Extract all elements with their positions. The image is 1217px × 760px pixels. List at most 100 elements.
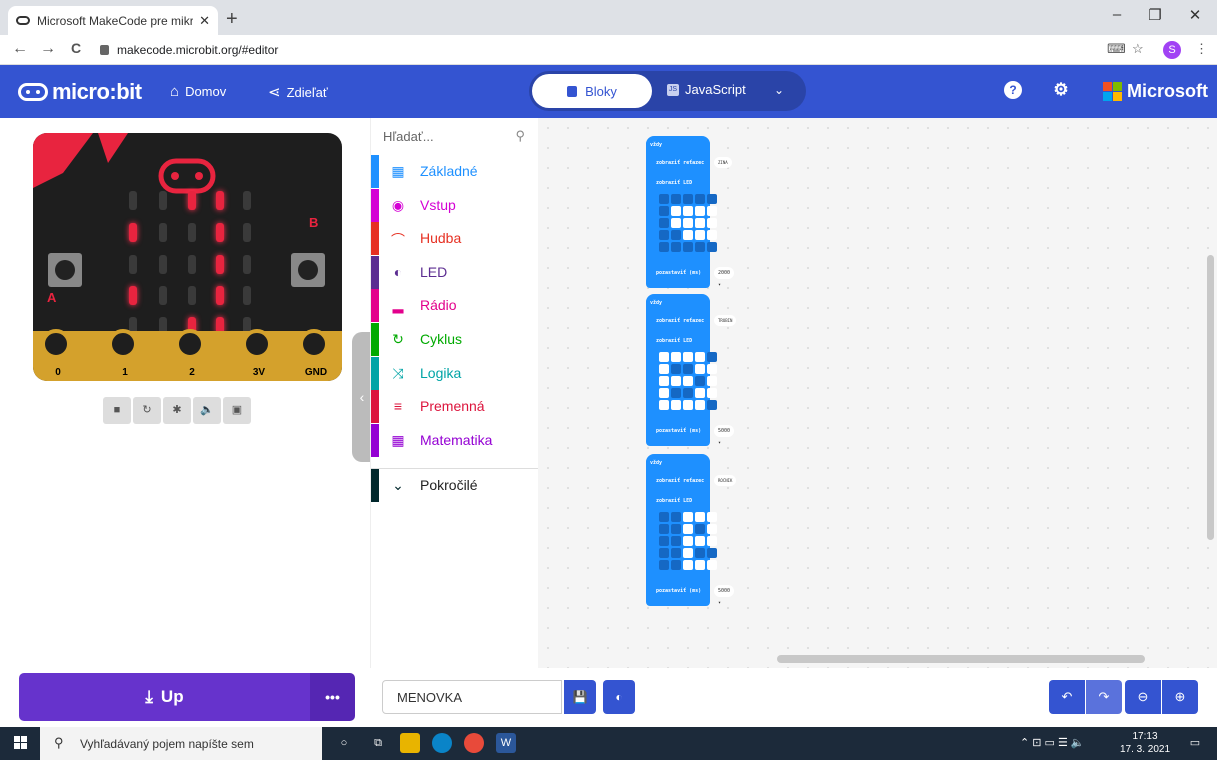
javascript-tab[interactable]: JS JavaScript bbox=[667, 82, 746, 97]
led-cell[interactable] bbox=[683, 206, 693, 216]
led-cell[interactable] bbox=[707, 388, 717, 398]
led-cell[interactable] bbox=[695, 376, 705, 386]
led-cell[interactable] bbox=[695, 512, 705, 522]
led-cell[interactable] bbox=[683, 548, 693, 558]
home-button[interactable]: ⌂ Domov bbox=[170, 83, 226, 100]
led-cell[interactable] bbox=[659, 524, 669, 534]
led-cell[interactable] bbox=[683, 218, 693, 228]
browser-tab[interactable]: Microsoft MakeCode pre mikro: ✕ bbox=[8, 6, 218, 35]
led-cell[interactable] bbox=[707, 400, 717, 410]
led-cell[interactable] bbox=[659, 352, 669, 362]
led-cell[interactable] bbox=[707, 206, 717, 216]
pin-3v[interactable] bbox=[242, 329, 272, 359]
fullscreen-icon[interactable]: ▣ bbox=[223, 397, 251, 424]
led-cell[interactable] bbox=[671, 524, 681, 534]
chrome-icon[interactable] bbox=[464, 733, 484, 753]
led-cell[interactable] bbox=[707, 524, 717, 534]
toolbox-category-premenná[interactable]: ≡ Premenná bbox=[371, 390, 539, 424]
download-button[interactable]: ⤓ Up bbox=[19, 673, 310, 721]
led-cell[interactable] bbox=[659, 388, 669, 398]
pin-2[interactable] bbox=[175, 329, 205, 359]
led-cell[interactable] bbox=[659, 364, 669, 374]
forever-block[interactable]: vždy zobraziť reťazec TRUBIN zobraziť LED po… bbox=[646, 294, 737, 446]
toolbox-category-pokročilé[interactable]: ⌄ Pokročilé bbox=[371, 468, 539, 502]
microbit-logo[interactable]: micro:bit bbox=[18, 79, 142, 105]
led-cell[interactable] bbox=[671, 388, 681, 398]
string-value[interactable]: TRUBIN bbox=[714, 315, 737, 326]
led-cell[interactable] bbox=[683, 352, 693, 362]
led-cell[interactable] bbox=[683, 560, 693, 570]
led-cell[interactable] bbox=[671, 536, 681, 546]
led-cell[interactable] bbox=[707, 512, 717, 522]
led-cell[interactable] bbox=[695, 242, 705, 252]
led-cell[interactable] bbox=[707, 218, 717, 228]
led-cell[interactable] bbox=[707, 364, 717, 374]
led-editor[interactable] bbox=[659, 194, 717, 252]
windows-start-icon[interactable] bbox=[14, 736, 27, 749]
led-cell[interactable] bbox=[695, 388, 705, 398]
led-cell[interactable] bbox=[671, 194, 681, 204]
led-cell[interactable] bbox=[659, 194, 669, 204]
led-cell[interactable] bbox=[671, 218, 681, 228]
debug-icon[interactable]: ✱ bbox=[163, 397, 191, 424]
led-cell[interactable] bbox=[707, 230, 717, 240]
forever-block[interactable]: vždy zobraziť reťazec ZINA zobraziť LED poza… bbox=[646, 136, 735, 288]
toolbox-category-cyklus[interactable]: ↻ Cyklus bbox=[371, 323, 539, 356]
led-cell[interactable] bbox=[707, 242, 717, 252]
mute-icon[interactable]: 🔈 bbox=[193, 397, 221, 424]
task-view-icon[interactable]: ⧉ bbox=[368, 733, 388, 753]
horizontal-scrollbar[interactable] bbox=[777, 655, 1145, 663]
led-cell[interactable] bbox=[695, 548, 705, 558]
stop-icon[interactable]: ■ bbox=[103, 397, 131, 424]
led-cell[interactable] bbox=[683, 364, 693, 374]
button-a[interactable] bbox=[48, 253, 82, 287]
led-cell[interactable] bbox=[671, 512, 681, 522]
led-cell[interactable] bbox=[671, 560, 681, 570]
pin-1[interactable] bbox=[108, 329, 138, 359]
led-cell[interactable] bbox=[671, 364, 681, 374]
led-cell[interactable] bbox=[683, 230, 693, 240]
led-cell[interactable] bbox=[695, 206, 705, 216]
led-cell[interactable] bbox=[695, 536, 705, 546]
new-tab-button[interactable]: + bbox=[226, 8, 238, 31]
toolbox-category-led[interactable]: ◐ LED bbox=[371, 255, 539, 289]
led-cell[interactable] bbox=[671, 206, 681, 216]
led-cell[interactable] bbox=[695, 352, 705, 362]
led-cell[interactable] bbox=[707, 194, 717, 204]
save-button[interactable]: 💾 bbox=[564, 680, 596, 714]
forever-block[interactable]: vždy zobraziť reťazec ROCNIK zobraziť LED po… bbox=[646, 454, 737, 606]
led-cell[interactable] bbox=[683, 194, 693, 204]
maximize-button[interactable]: ❐ bbox=[1140, 6, 1170, 24]
notifications-icon[interactable]: ▭ bbox=[1185, 733, 1205, 753]
microsoft-logo[interactable]: Microsoft bbox=[1103, 81, 1208, 102]
toolbox-category-rádio[interactable]: ▂ Rádio bbox=[371, 289, 539, 323]
led-cell[interactable] bbox=[683, 376, 693, 386]
led-cell[interactable] bbox=[695, 524, 705, 534]
forward-button[interactable]: → bbox=[38, 40, 58, 58]
reload-button[interactable]: C bbox=[66, 40, 86, 56]
led-cell[interactable] bbox=[659, 536, 669, 546]
led-editor[interactable] bbox=[659, 352, 717, 410]
zoom-out-button[interactable]: ⊖ bbox=[1125, 680, 1161, 714]
string-value[interactable]: ZINA bbox=[714, 157, 732, 168]
pin-gnd[interactable] bbox=[299, 329, 329, 359]
restart-icon[interactable]: ↻ bbox=[133, 397, 161, 424]
system-tray[interactable]: ⌃ ⊡ ▭ ☰ 🔈 bbox=[1020, 736, 1085, 749]
pause-value-dropdown[interactable]: 5000 ▾ bbox=[714, 425, 735, 446]
taskbar-clock[interactable]: 17:13 17. 3. 2021 bbox=[1120, 730, 1170, 756]
vertical-scrollbar[interactable] bbox=[1207, 255, 1214, 540]
menu-icon[interactable]: ⋮ bbox=[1195, 41, 1208, 57]
pin-0[interactable] bbox=[41, 329, 71, 359]
led-cell[interactable] bbox=[659, 512, 669, 522]
led-cell[interactable] bbox=[707, 376, 717, 386]
more-options-button[interactable]: ••• bbox=[310, 673, 355, 721]
led-cell[interactable] bbox=[707, 536, 717, 546]
pause-value-dropdown[interactable]: 2000 ▾ bbox=[714, 267, 735, 288]
translate-icon[interactable]: ⌨ bbox=[1107, 41, 1126, 57]
led-cell[interactable] bbox=[695, 400, 705, 410]
project-name-input[interactable]: MENOVKA bbox=[382, 680, 562, 714]
led-cell[interactable] bbox=[683, 524, 693, 534]
led-cell[interactable] bbox=[671, 376, 681, 386]
minimize-button[interactable]: – bbox=[1102, 6, 1132, 23]
led-cell[interactable] bbox=[671, 242, 681, 252]
